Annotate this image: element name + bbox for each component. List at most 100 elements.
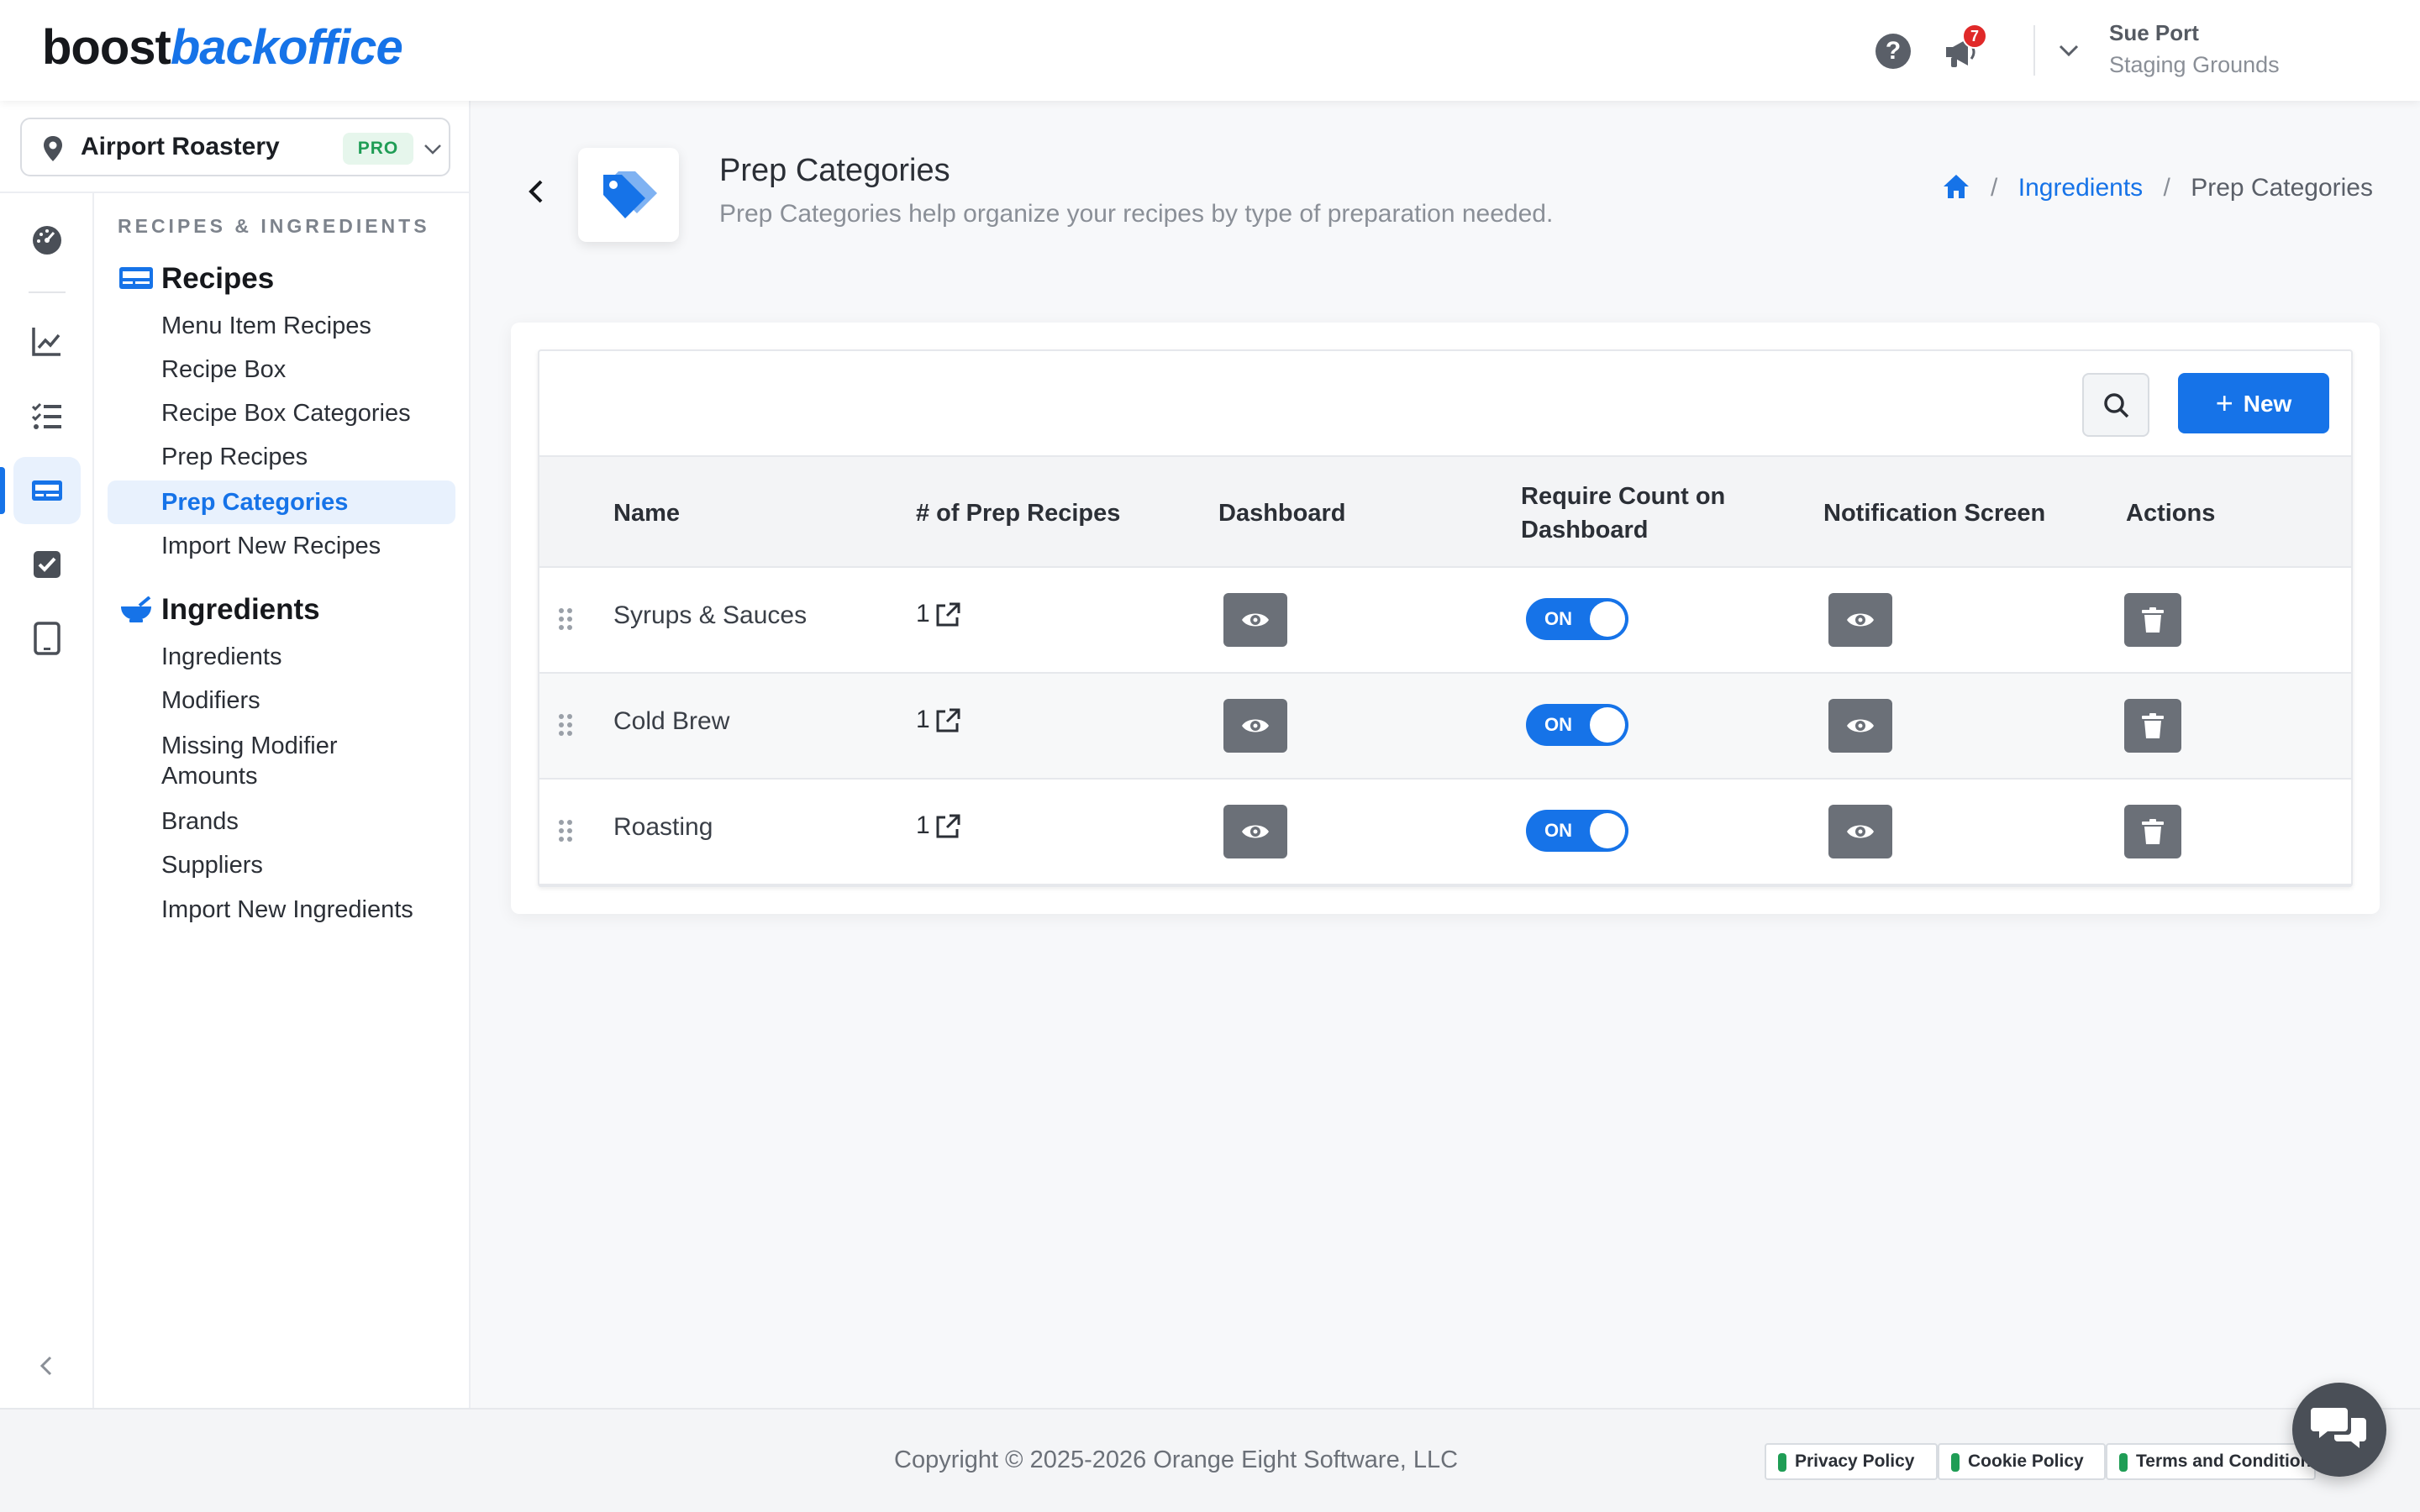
- column-header-notification-screen[interactable]: Notification Screen: [1823, 457, 2109, 570]
- nav-link-modifiers[interactable]: Modifiers: [108, 685, 455, 716]
- cookie-policy-link[interactable]: Cookie Policy: [1938, 1443, 2106, 1480]
- breadcrumb-link-ingredients[interactable]: Ingredients: [2018, 174, 2143, 202]
- table-card: + New Name # of Prep Recipes Dashboard Re…: [538, 349, 2353, 887]
- new-button-label: New: [2243, 391, 2292, 417]
- rail-item-devices[interactable]: [13, 605, 81, 672]
- checklist-icon: [31, 402, 61, 429]
- plus-icon: +: [2215, 386, 2233, 420]
- nav-link-menu-item-recipes[interactable]: Menu Item Recipes: [108, 311, 455, 341]
- chevron-left-icon[interactable]: [34, 1352, 60, 1379]
- column-header-actions: Actions: [2126, 500, 2216, 527]
- chevron-left-icon[interactable]: [521, 175, 551, 208]
- eye-icon: [1242, 825, 1269, 838]
- nav-link-import-new-recipes[interactable]: Import New Recipes: [108, 531, 455, 561]
- toggle-knob: [1590, 813, 1625, 848]
- notification-screen-view-button[interactable]: [1828, 805, 1892, 858]
- notification-screen-view-button[interactable]: [1828, 699, 1892, 753]
- dashboard-view-button[interactable]: [1223, 805, 1287, 858]
- delete-button[interactable]: [2124, 805, 2181, 858]
- nav-link-brands[interactable]: Brands: [108, 806, 455, 837]
- table-row[interactable]: Roasting 1 ON: [539, 780, 2351, 885]
- require-count-toggle[interactable]: ON: [1526, 598, 1628, 640]
- column-header-dashboard[interactable]: Dashboard: [1218, 457, 1504, 570]
- footer: Copyright © 2025-2026 Orange Eight Softw…: [0, 1408, 2420, 1512]
- location-selector[interactable]: Airport Roastery PRO: [20, 118, 450, 176]
- drag-handle-icon[interactable]: [556, 606, 575, 632]
- leaf-icon: [2119, 1453, 2128, 1472]
- section-label: RECIPES & INGREDIENTS: [118, 215, 430, 237]
- table-header: Name # of Prep Recipes Dashboard Require…: [539, 455, 2351, 568]
- search-button[interactable]: [2082, 373, 2149, 437]
- privacy-policy-link[interactable]: Privacy Policy: [1765, 1443, 1938, 1480]
- leaf-icon: [1778, 1453, 1786, 1472]
- terms-and-conditions-link[interactable]: Terms and Conditions: [2106, 1443, 2316, 1480]
- rail-item-tasks[interactable]: [13, 531, 81, 598]
- eye-icon: [1242, 719, 1269, 732]
- chevron-down-icon: [424, 144, 441, 155]
- require-count-toggle[interactable]: ON: [1526, 810, 1628, 852]
- checkbox-icon: [34, 551, 60, 578]
- dashboard-gauge-icon: [33, 226, 61, 255]
- privacy-policy-label: Privacy Policy: [1795, 1452, 1915, 1471]
- delete-button[interactable]: [2124, 593, 2181, 647]
- eye-icon: [1242, 613, 1269, 627]
- nav-link-recipe-box-categories[interactable]: Recipe Box Categories: [108, 398, 455, 428]
- rail-item-checklists[interactable]: [13, 383, 81, 450]
- external-link-icon[interactable]: [934, 601, 961, 628]
- boost-backoffice-logo[interactable]: boostbackoffice: [42, 18, 403, 77]
- dashboard-view-button[interactable]: [1223, 593, 1287, 647]
- new-button[interactable]: + New: [2178, 373, 2329, 433]
- nav-link-import-new-ingredients[interactable]: Import New Ingredients: [108, 895, 455, 925]
- icon-rail: [0, 193, 94, 1408]
- nav-group-recipes: Recipes: [119, 257, 455, 299]
- rail-item-reports[interactable]: [13, 307, 81, 375]
- external-link-icon[interactable]: [934, 813, 961, 840]
- rail-item-recipes[interactable]: [13, 457, 81, 524]
- column-header-prep-recipes-count[interactable]: # of Prep Recipes: [916, 457, 1202, 570]
- question-circle-icon[interactable]: ?: [1876, 34, 1911, 69]
- chat-button[interactable]: [2292, 1383, 2386, 1477]
- notification-count-badge: 7: [1962, 24, 1987, 49]
- dashboard-view-button[interactable]: [1223, 699, 1287, 753]
- nav-link-ingredients[interactable]: Ingredients: [108, 642, 455, 672]
- row-name: Syrups & Sauces: [613, 601, 808, 629]
- trash-icon: [2142, 607, 2164, 633]
- location-area: Airport Roastery PRO: [0, 101, 471, 193]
- logo-text-boost: boost: [42, 20, 171, 75]
- eye-icon: [1847, 825, 1874, 838]
- rail-item-dashboard[interactable]: [13, 207, 81, 274]
- nav-group-ingredients: Ingredients: [119, 588, 455, 630]
- content-card: + New Name # of Prep Recipes Dashboard Re…: [511, 323, 2380, 914]
- column-header-name[interactable]: Name: [613, 457, 882, 570]
- delete-button[interactable]: [2124, 699, 2181, 753]
- recipes-card-icon: [32, 480, 62, 501]
- tablet-icon: [34, 622, 60, 655]
- nav-link-suppliers[interactable]: Suppliers: [108, 850, 455, 880]
- table-row[interactable]: Syrups & Sauces 1 ON: [539, 568, 2351, 674]
- table-row[interactable]: Cold Brew 1 ON: [539, 674, 2351, 780]
- chevron-down-icon[interactable]: [2057, 39, 2081, 62]
- toggle-state-label: ON: [1544, 608, 1572, 629]
- notification-screen-view-button[interactable]: [1828, 593, 1892, 647]
- tags-icon: [603, 171, 657, 218]
- nav-link-prep-categories[interactable]: Prep Categories: [108, 480, 455, 524]
- cookie-policy-label: Cookie Policy: [1968, 1452, 2084, 1471]
- external-link-icon[interactable]: [934, 707, 961, 734]
- toggle-knob: [1590, 601, 1625, 637]
- home-icon[interactable]: [1942, 173, 1970, 200]
- page-subtitle: Prep Categories help organize your recip…: [719, 200, 1554, 228]
- nav-link-recipe-box[interactable]: Recipe Box: [108, 354, 455, 385]
- breadcrumb: / Ingredients / Prep Categories: [1942, 173, 2373, 207]
- nav-link-missing-modifier-amounts[interactable]: Missing Modifier Amounts: [108, 731, 455, 791]
- toggle-state-label: ON: [1544, 714, 1572, 735]
- page-title: Prep Categories: [719, 153, 950, 188]
- require-count-toggle[interactable]: ON: [1526, 704, 1628, 746]
- drag-handle-icon[interactable]: [556, 818, 575, 843]
- user-name[interactable]: Sue Port: [2109, 20, 2199, 46]
- row-name: Roasting: [613, 813, 713, 841]
- chart-line-icon: [32, 328, 60, 356]
- drag-handle-icon[interactable]: [556, 712, 575, 738]
- recipes-card-icon: [119, 267, 153, 289]
- nav-link-prep-recipes[interactable]: Prep Recipes: [108, 442, 455, 472]
- column-header-require-count[interactable]: Require Count on Dashboard: [1521, 457, 1773, 570]
